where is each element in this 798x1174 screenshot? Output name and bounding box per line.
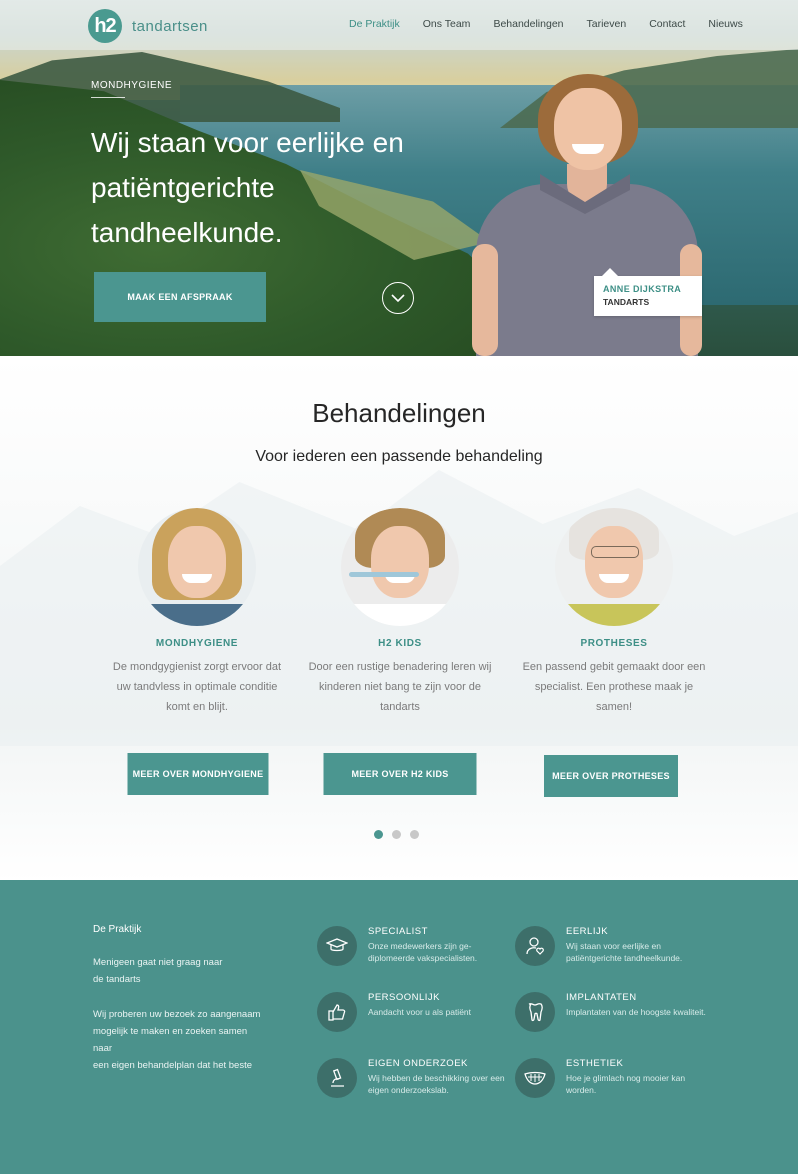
feature-title: PERSOONLIJK bbox=[368, 992, 441, 1003]
more-protheses-button[interactable]: MEER OVER PROTHESES bbox=[544, 755, 678, 797]
feature-desc: Wij hebben de beschikking over een eigen… bbox=[368, 1073, 505, 1095]
feature-persoonlijk: PERSOONLIJK Aandacht voor u als patiënt bbox=[317, 992, 507, 1040]
treatment-card-protheses: PROTHESES Een passend gebit gemaakt door… bbox=[514, 508, 714, 717]
feature-desc: Hoe je glimlach nog mooier kan worden. bbox=[566, 1073, 686, 1095]
treatment-card-h2-kids: H2 KIDS Door een rustige benadering lere… bbox=[300, 508, 500, 717]
card-text: Door een rustige benadering leren wij ki… bbox=[308, 661, 492, 713]
dentist-role: TANDARTS bbox=[603, 297, 650, 307]
smile-teeth-icon bbox=[515, 1058, 555, 1098]
hero-eyebrow: MONDHYGIENE bbox=[91, 80, 173, 91]
logo-mark: h2 bbox=[88, 9, 122, 43]
about-paragraph-1: Menigeen gaat niet graag naar de tandart… bbox=[93, 957, 223, 985]
nav-item-contact[interactable]: Contact bbox=[649, 18, 685, 30]
carousel-pagination bbox=[374, 830, 419, 839]
feature-desc: Wij staan voor eerlijke en patiëntgerich… bbox=[566, 941, 683, 963]
feature-implantaten: IMPLANTATEN Implantaten van de hoogste k… bbox=[515, 992, 706, 1040]
thumbs-up-icon bbox=[317, 992, 357, 1032]
logo-text: tandartsen bbox=[132, 17, 208, 35]
main-nav: De Praktijk Ons Team Behandelingen Tarie… bbox=[349, 18, 766, 30]
section-subtitle: Voor iederen een passende behandeling bbox=[255, 448, 543, 465]
carousel-dot-2[interactable] bbox=[392, 830, 401, 839]
feature-title: EIGEN ONDERZOEK bbox=[368, 1058, 468, 1069]
treatment-card-mondhygiene: MONDHYGIENE De mondgygienist zorgt ervoo… bbox=[97, 508, 297, 717]
section-title: Behandelingen bbox=[312, 398, 486, 428]
feature-title: ESTHETIEK bbox=[566, 1058, 624, 1069]
about-title: De Praktijk bbox=[93, 924, 142, 935]
logo[interactable]: h2 tandartsen bbox=[88, 9, 208, 43]
hero-eyebrow-divider bbox=[91, 97, 125, 98]
nav-item-ons-team[interactable]: Ons Team bbox=[423, 18, 471, 30]
h2-kids-photo bbox=[341, 508, 459, 626]
feature-title: SPECIALIST bbox=[368, 926, 428, 937]
feature-title: IMPLANTATEN bbox=[566, 992, 637, 1003]
nav-item-behandelingen[interactable]: Behandelingen bbox=[493, 18, 563, 30]
protheses-photo bbox=[555, 508, 673, 626]
feature-eerlijk: EERLIJK Wij staan voor eerlijke en patië… bbox=[515, 926, 705, 974]
feature-eigen-onderzoek: EIGEN ONDERZOEK Wij hebben de beschikkin… bbox=[317, 1058, 507, 1106]
tooth-icon bbox=[515, 992, 555, 1032]
card-title: PROTHESES bbox=[580, 638, 648, 649]
about-paragraph-2: Wij proberen uw bezoek zo aangenaam moge… bbox=[93, 1009, 261, 1071]
more-mondhygiene-button[interactable]: MEER OVER MONDHYGIENE bbox=[127, 753, 269, 795]
nav-item-tarieven[interactable]: Tarieven bbox=[587, 18, 627, 30]
card-text: Een passend gebit gemaakt door een speci… bbox=[522, 661, 706, 713]
hero-title: Wij staan voor eerlijke en patiëntgerich… bbox=[91, 127, 404, 248]
card-title: H2 KIDS bbox=[378, 638, 422, 649]
graduation-cap-icon bbox=[317, 926, 357, 966]
card-title: MONDHYGIENE bbox=[155, 638, 239, 649]
more-h2-kids-button[interactable]: MEER OVER H2 KIDS bbox=[323, 753, 477, 795]
footer: De Praktijk Menigeen gaat niet graag naa… bbox=[0, 880, 798, 1174]
mondhygiene-photo bbox=[138, 508, 256, 626]
carousel-dot-3[interactable] bbox=[410, 830, 419, 839]
dentist-name: ANNE DIJKSTRA bbox=[603, 284, 682, 294]
carousel-dot-1[interactable] bbox=[374, 830, 383, 839]
feature-title: EERLIJK bbox=[566, 926, 609, 937]
treatments-section: Behandelingen Voor iederen een passende … bbox=[0, 356, 798, 882]
user-heart-icon bbox=[515, 926, 555, 966]
dentist-name-card: ANNE DIJKSTRA TANDARTS bbox=[594, 268, 702, 316]
feature-desc: Onze medewerkers zijn ge-diplomeerde vak… bbox=[368, 941, 478, 963]
nav-item-de-praktijk[interactable]: De Praktijk bbox=[349, 18, 400, 30]
card-text: De mondgygienist zorgt ervoor dat uw tan… bbox=[112, 661, 282, 713]
feature-esthetiek: ESTHETIEK Hoe je glimlach nog mooier kan… bbox=[515, 1058, 705, 1106]
feature-specialist: SPECIALIST Onze medewerkers zijn ge-dipl… bbox=[317, 926, 507, 974]
make-appointment-button[interactable]: MAAK EEN AFSPRAAK bbox=[94, 272, 266, 322]
top-navigation: h2 tandartsen De Praktijk Ons Team Behan… bbox=[0, 0, 798, 50]
feature-desc: Aandacht voor u als patiënt bbox=[368, 1007, 472, 1017]
hero-section: h2 tandartsen De Praktijk Ons Team Behan… bbox=[0, 0, 798, 356]
nav-item-nieuws[interactable]: Nieuws bbox=[708, 18, 742, 30]
chevron-down-icon[interactable] bbox=[382, 282, 414, 314]
feature-desc: Implantaten van de hoogste kwaliteit. bbox=[566, 1007, 706, 1017]
microscope-icon bbox=[317, 1058, 357, 1098]
